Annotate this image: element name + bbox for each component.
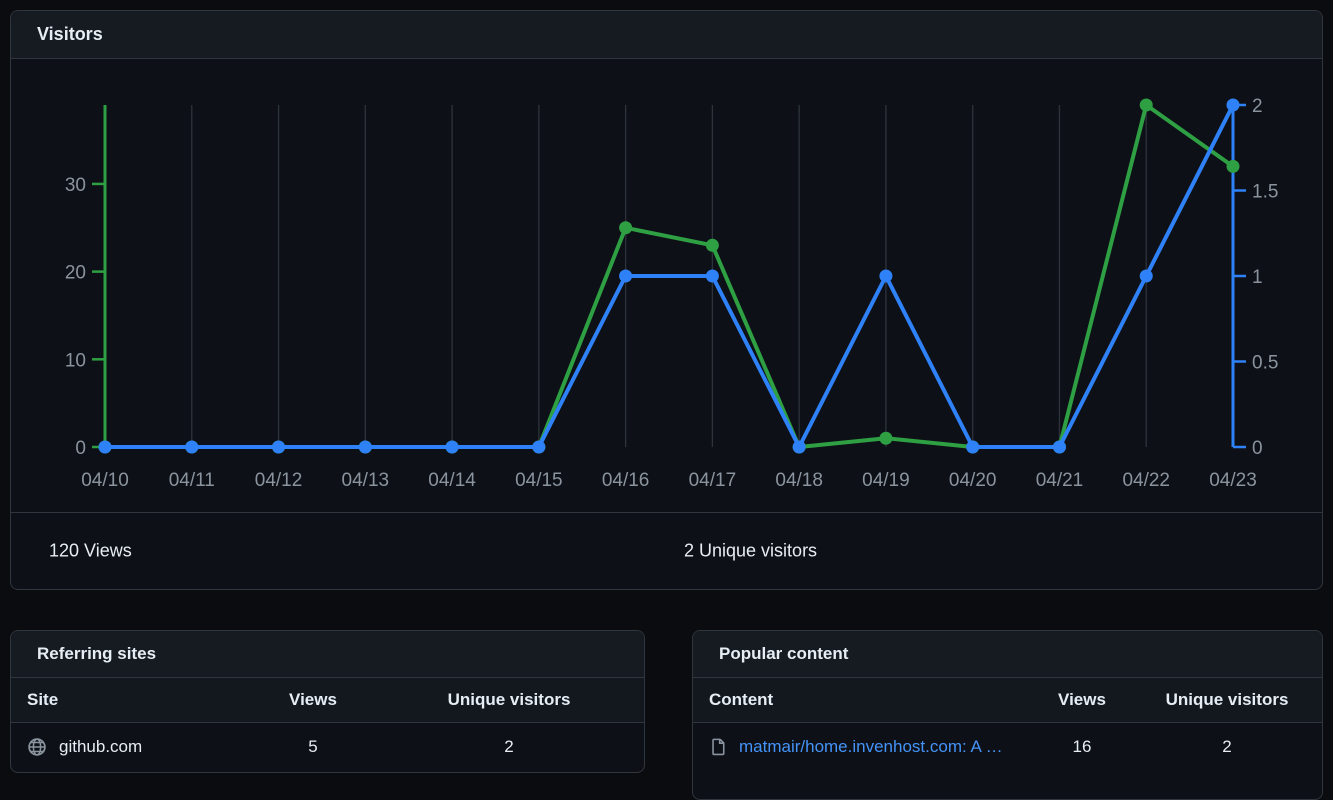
x-axis-date-label: 04/23 bbox=[1209, 470, 1257, 491]
globe-icon bbox=[27, 737, 47, 757]
column-header-unique-visitors: Unique visitors bbox=[374, 690, 644, 710]
x-axis-date-label: 04/11 bbox=[169, 470, 215, 491]
popular-content-row: matmair/home.invenhost.com: A … 16 2 bbox=[693, 723, 1322, 770]
column-header-views: Views bbox=[1032, 690, 1132, 710]
views-point bbox=[619, 221, 632, 234]
x-axis-date-label: 04/21 bbox=[1036, 470, 1084, 491]
popular-content-unique: 2 bbox=[1132, 737, 1322, 757]
left-axis-tick-label: 30 bbox=[65, 175, 86, 196]
views-point bbox=[706, 239, 719, 252]
referring-sites-title: Referring sites bbox=[37, 644, 156, 664]
left-axis-tick-label: 10 bbox=[65, 350, 86, 371]
left-axis-tick-label: 0 bbox=[75, 438, 86, 459]
visitors-chart: 0 10 20 30 0 0.5 1 1.5 2 04/10 04/11 04/12 04/13 04/1… bbox=[11, 59, 1322, 512]
x-axis-date-label: 04/14 bbox=[428, 470, 476, 491]
total-unique-visitors-stat: 2 Unique visitors bbox=[684, 540, 817, 561]
unique-visitors-point bbox=[706, 270, 719, 283]
column-header-unique-visitors: Unique visitors bbox=[1132, 690, 1322, 710]
column-header-views: Views bbox=[252, 690, 374, 710]
referring-sites-column-headers: Site Views Unique visitors bbox=[11, 678, 644, 723]
x-axis-date-label: 04/12 bbox=[255, 470, 303, 491]
unique-visitors-line bbox=[105, 105, 1233, 447]
referring-sites-card: Referring sites Site Views Unique visito… bbox=[10, 630, 645, 773]
total-views-stat: 120 Views bbox=[49, 540, 132, 561]
right-axis-tick-label: 0.5 bbox=[1252, 353, 1278, 374]
column-header-content: Content bbox=[693, 690, 1032, 710]
popular-content-card: Popular content Content Views Unique vis… bbox=[692, 630, 1323, 800]
x-axis-date-label: 04/20 bbox=[949, 470, 997, 491]
unique-visitors-point bbox=[793, 441, 806, 454]
referring-site-row: github.com 5 2 bbox=[11, 723, 644, 770]
unique-visitors-point bbox=[1053, 441, 1066, 454]
unique-visitors-point bbox=[619, 270, 632, 283]
popular-content-column-headers: Content Views Unique visitors bbox=[693, 678, 1322, 723]
referring-sites-header: Referring sites bbox=[11, 631, 644, 678]
right-axis-tick-label: 1.5 bbox=[1252, 182, 1278, 203]
left-axis-tick-label: 20 bbox=[65, 263, 86, 284]
visitors-title: Visitors bbox=[37, 24, 103, 45]
x-axis-date-label: 04/18 bbox=[775, 470, 823, 491]
unique-visitors-point bbox=[532, 441, 545, 454]
column-header-site: Site bbox=[11, 690, 252, 710]
x-axis-date-label: 04/15 bbox=[515, 470, 563, 491]
x-axis-date-label: 04/16 bbox=[602, 470, 650, 491]
views-point bbox=[1140, 99, 1153, 112]
unique-visitors-point bbox=[966, 441, 979, 454]
unique-visitors-point bbox=[1227, 99, 1240, 112]
visitors-summary: 120 Views 2 Unique visitors bbox=[11, 512, 1322, 588]
x-axis-date-label: 04/19 bbox=[862, 470, 910, 491]
unique-visitors-point bbox=[359, 441, 372, 454]
views-point bbox=[1227, 160, 1240, 173]
right-axis-tick-label: 0 bbox=[1252, 438, 1263, 459]
x-axis-date-label: 04/13 bbox=[342, 470, 390, 491]
right-axis-tick-label: 1 bbox=[1252, 267, 1263, 288]
visitors-card: Visitors 0 10 20 30 0 0.5 1 1.5 2 04/10 04/11 04/12… bbox=[10, 10, 1323, 590]
unique-visitors-point bbox=[446, 441, 459, 454]
popular-content-title: Popular content bbox=[719, 644, 848, 664]
referring-site-name: github.com bbox=[59, 737, 142, 757]
file-icon bbox=[709, 738, 727, 756]
unique-visitors-point bbox=[185, 441, 198, 454]
unique-visitors-point bbox=[272, 441, 285, 454]
referring-site-views: 5 bbox=[252, 737, 374, 757]
views-point bbox=[879, 432, 892, 445]
x-axis-date-label: 04/10 bbox=[81, 470, 129, 491]
unique-visitors-point bbox=[1140, 270, 1153, 283]
visitors-card-header: Visitors bbox=[11, 11, 1322, 59]
unique-visitors-point bbox=[879, 270, 892, 283]
x-axis-date-label: 04/22 bbox=[1122, 470, 1170, 491]
x-axis-date-label: 04/17 bbox=[689, 470, 737, 491]
popular-content-views: 16 bbox=[1032, 737, 1132, 757]
referring-site-unique: 2 bbox=[374, 737, 644, 757]
right-axis-tick-label: 2 bbox=[1252, 96, 1263, 117]
unique-visitors-point bbox=[99, 441, 112, 454]
popular-content-header: Popular content bbox=[693, 631, 1322, 678]
popular-content-link[interactable]: matmair/home.invenhost.com: A … bbox=[739, 737, 1003, 757]
